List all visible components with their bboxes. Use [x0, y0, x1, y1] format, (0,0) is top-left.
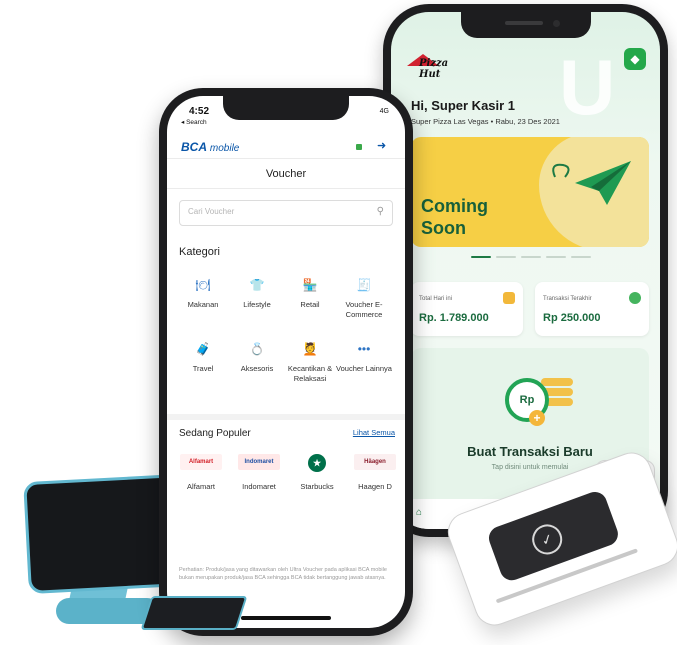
- category-item-lainnya[interactable]: ••• Voucher Lainnya: [335, 342, 393, 374]
- stat-label: Transaksi Terakhir: [543, 296, 592, 302]
- divider: [167, 188, 405, 189]
- luggage-icon: 🧳: [195, 342, 211, 356]
- starbucks-logo: ★: [308, 454, 326, 472]
- bca-logo-main: BCA: [181, 140, 207, 154]
- voucher-search[interactable]: ⚲: [179, 200, 393, 226]
- brand-label: Indomaret: [242, 482, 276, 491]
- category-item-travel[interactable]: 🧳 Travel: [174, 342, 232, 374]
- voucher-icon: 🧾: [356, 278, 372, 292]
- popular-heading: Sedang Populer: [179, 428, 251, 439]
- category-heading: Kategori: [179, 246, 220, 258]
- food-icon: 🍽: [195, 278, 211, 292]
- pos-screen: Pizza Hut U ◆ Hi, Super Kasir 1 Super Pi…: [391, 12, 660, 529]
- page-title: Voucher: [265, 168, 307, 180]
- shirt-icon: 👕: [249, 278, 265, 292]
- logout-icon[interactable]: ➜: [377, 139, 386, 152]
- home-icon[interactable]: ⌂: [413, 507, 425, 519]
- category-label: Voucher E-Commerce: [345, 300, 383, 319]
- brand-item-indomaret[interactable]: Indomaret Indomaret: [233, 454, 285, 491]
- see-all-link[interactable]: Lihat Semua: [353, 428, 395, 437]
- alfamart-logo: Alfamart: [180, 454, 222, 470]
- banner-text: Coming Soon: [421, 195, 488, 239]
- stat-label: Total Hari ini: [419, 296, 453, 302]
- brand-item-alfamart[interactable]: Alfamart Alfamart: [175, 454, 227, 491]
- brand-item-haagen[interactable]: Häagen Haagen D: [349, 454, 401, 491]
- indomaret-logo: Indomaret: [238, 454, 280, 470]
- status-time: 4:52: [189, 106, 210, 117]
- bca-logo-suffix: mobile: [209, 143, 240, 154]
- bca-logo: BCA mobile: [181, 140, 239, 154]
- brand-watermark: U: [559, 43, 616, 131]
- category-label: Kecantikan & Relaksasi: [287, 364, 333, 383]
- cash-register-icon: [503, 292, 515, 304]
- category-label: Voucher Lainnya: [336, 364, 392, 373]
- pizza-hut-logo: Pizza Hut: [407, 52, 471, 80]
- haagen-logo: Häagen: [354, 454, 396, 470]
- plus-icon: +: [529, 410, 545, 426]
- phone-notch: [223, 96, 349, 120]
- brand-label: Alfamart: [187, 482, 215, 491]
- status-network: 4G: [379, 108, 389, 115]
- search-icon[interactable]: ⚲: [377, 206, 384, 217]
- stat-value: Rp 250.000: [543, 312, 601, 324]
- brand-label: Starbucks: [300, 482, 334, 491]
- banner-line-2: Soon: [421, 218, 466, 238]
- store-icon: 🏪: [302, 278, 318, 292]
- paper-plane-icon: [552, 161, 631, 205]
- category-item-kecantikan[interactable]: 💆 Kecantikan & Relaksasi: [281, 342, 339, 384]
- store-date-text: Super Pizza Las Vegas • Rabu, 23 Des 202…: [411, 117, 560, 126]
- brand-label: Haagen D: [358, 482, 392, 491]
- spa-icon: 💆: [302, 342, 318, 356]
- category-label: Lifestyle: [243, 300, 271, 309]
- search-input[interactable]: [188, 207, 368, 216]
- category-item-lifestyle[interactable]: 👕 Lifestyle: [228, 278, 286, 310]
- status-indicator-icon: [356, 144, 362, 150]
- bca-phone: 4:52 ◂ Search 4G BCA mobile ➜ Voucher ⚲ …: [159, 88, 413, 636]
- more-icon: •••: [357, 342, 371, 356]
- divider: [167, 158, 405, 159]
- bca-screen: 4:52 ◂ Search 4G BCA mobile ➜ Voucher ⚲ …: [167, 96, 405, 628]
- carousel-dots[interactable]: [471, 256, 591, 260]
- banner-line-1: Coming: [421, 196, 488, 216]
- category-label: Retail: [300, 300, 320, 309]
- category-item-aksesoris[interactable]: 💍 Aksesoris: [228, 342, 286, 374]
- stat-card-today[interactable]: Total Hari ini Rp. 1.789.000: [411, 282, 523, 336]
- coins-icon: [629, 292, 641, 304]
- card-pad-device: [140, 596, 248, 630]
- category-item-ecommerce[interactable]: 🧾 Voucher E-Commerce: [335, 278, 393, 320]
- category-label: Aksesoris: [240, 364, 274, 373]
- ring-icon: 💍: [249, 342, 265, 356]
- home-indicator: [241, 616, 331, 620]
- category-label: Makanan: [187, 300, 219, 309]
- section-divider: [167, 414, 405, 420]
- category-label: Travel: [192, 364, 214, 373]
- disclaimer-text: Perhatian: Produk/jasa yang ditawarkan o…: [179, 567, 387, 581]
- pizza-hut-logo-text: Pizza Hut: [419, 58, 449, 80]
- phone-notch: [461, 12, 591, 38]
- stat-card-last-transaction[interactable]: Transaksi Terakhir Rp 250.000: [535, 282, 649, 336]
- stat-value: Rp. 1.789.000: [419, 312, 489, 324]
- greeting-text: Hi, Super Kasir 1: [411, 98, 516, 113]
- brand-item-starbucks[interactable]: ★ Starbucks: [291, 454, 343, 491]
- category-item-makanan[interactable]: 🍽 Makanan: [174, 278, 232, 310]
- status-back-link[interactable]: ◂ Search: [181, 118, 207, 126]
- category-item-retail[interactable]: 🏪 Retail: [281, 278, 339, 310]
- profile-icon[interactable]: ◆: [624, 48, 646, 70]
- promo-banner[interactable]: Coming Soon: [411, 137, 649, 247]
